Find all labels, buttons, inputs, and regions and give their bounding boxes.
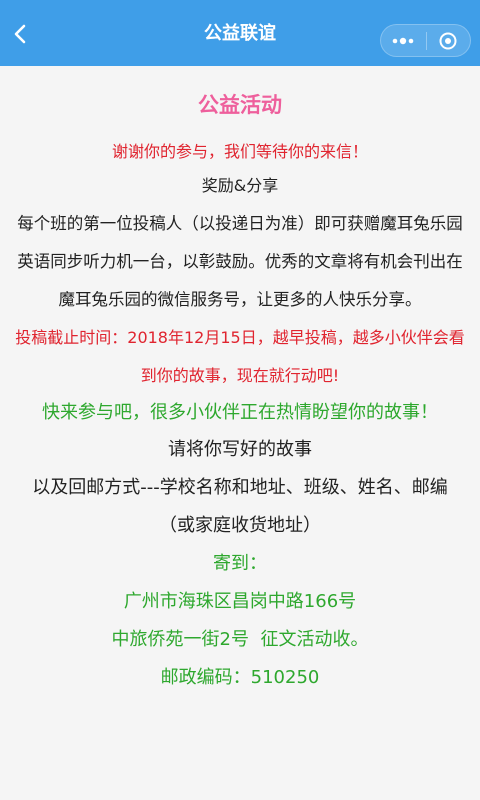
more-button[interactable] (381, 25, 426, 56)
mail-method-alt: （或家庭收货地址） (159, 515, 321, 536)
article-content: 公益活动 谢谢你的参与，我们等待你的来信！ 奖励&分享 每个班的第一位投稿人（以… (0, 66, 480, 697)
close-button[interactable] (426, 25, 470, 56)
reward-line: 英语同步听力机一台，以彰鼓励。优秀的文章将有机会刊出在 (17, 252, 463, 271)
reward-description: 每个班的第一位投稿人（以投递日为准）即可获赠魔耳兔乐园 英语同步听力机一台，以彰… (0, 205, 480, 319)
mail-method: 以及回邮方式---学校名称和地址、班级、姓名、邮编 (32, 477, 448, 498)
join-call: 快来参与吧，很多小伙伴正在热情盼望你的故事！ (42, 402, 438, 423)
address-line-2: 中旅侨苑一街2号 征文活动收。 (111, 629, 369, 650)
reward-title: 奖励&分享 (201, 176, 279, 195)
deadline-notice: 投稿截止时间：2018年12月15日，越早投稿，越多小伙伴会看 到你的故事，现在… (0, 319, 480, 395)
navigation-bar: 公益联谊 (0, 0, 480, 66)
deadline-line: 投稿截止时间：2018年12月15日，越早投稿，越多小伙伴会看 (15, 328, 465, 347)
reward-line: 魔耳兔乐园的微信服务号，让更多的人快乐分享。 (58, 290, 422, 309)
postcode: 邮政编码：510250 (160, 667, 320, 688)
reward-line: 每个班的第一位投稿人（以投递日为准）即可获赠魔耳兔乐园 (17, 214, 463, 233)
mini-program-capsule (380, 24, 471, 57)
deadline-line: 到你的故事，现在就行动吧! (140, 366, 340, 385)
submit-instruction: 请将你写好的故事 (168, 439, 312, 460)
thanks-text: 谢谢你的参与，我们等待你的来信！ (111, 142, 368, 161)
address-line-1: 广州市海珠区昌岗中路166号 (123, 591, 357, 612)
more-dots-icon (392, 37, 414, 44)
article-heading: 公益活动 (198, 93, 282, 117)
send-to-label: 寄到： (213, 553, 267, 574)
target-close-icon (439, 32, 457, 49)
